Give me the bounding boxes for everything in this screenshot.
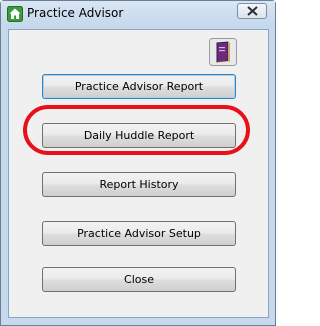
report-history-button[interactable]: Report History <box>42 172 236 197</box>
window-close-button[interactable] <box>237 3 267 19</box>
practice-advisor-window: Practice Advisor Practice Advisor Report… <box>0 0 276 326</box>
close-button[interactable]: Close <box>42 267 236 292</box>
window-title: Practice Advisor <box>27 6 124 20</box>
practice-advisor-setup-button[interactable]: Practice Advisor Setup <box>42 221 236 246</box>
daily-huddle-report-button[interactable]: Daily Huddle Report <box>42 123 236 148</box>
title-bar[interactable]: Practice Advisor <box>1 1 275 28</box>
home-icon <box>7 6 23 22</box>
dialog-content: Practice Advisor Report Daily Huddle Rep… <box>8 29 269 318</box>
close-icon <box>247 6 258 16</box>
book-icon[interactable] <box>209 38 237 66</box>
practice-advisor-report-button[interactable]: Practice Advisor Report <box>42 74 236 99</box>
